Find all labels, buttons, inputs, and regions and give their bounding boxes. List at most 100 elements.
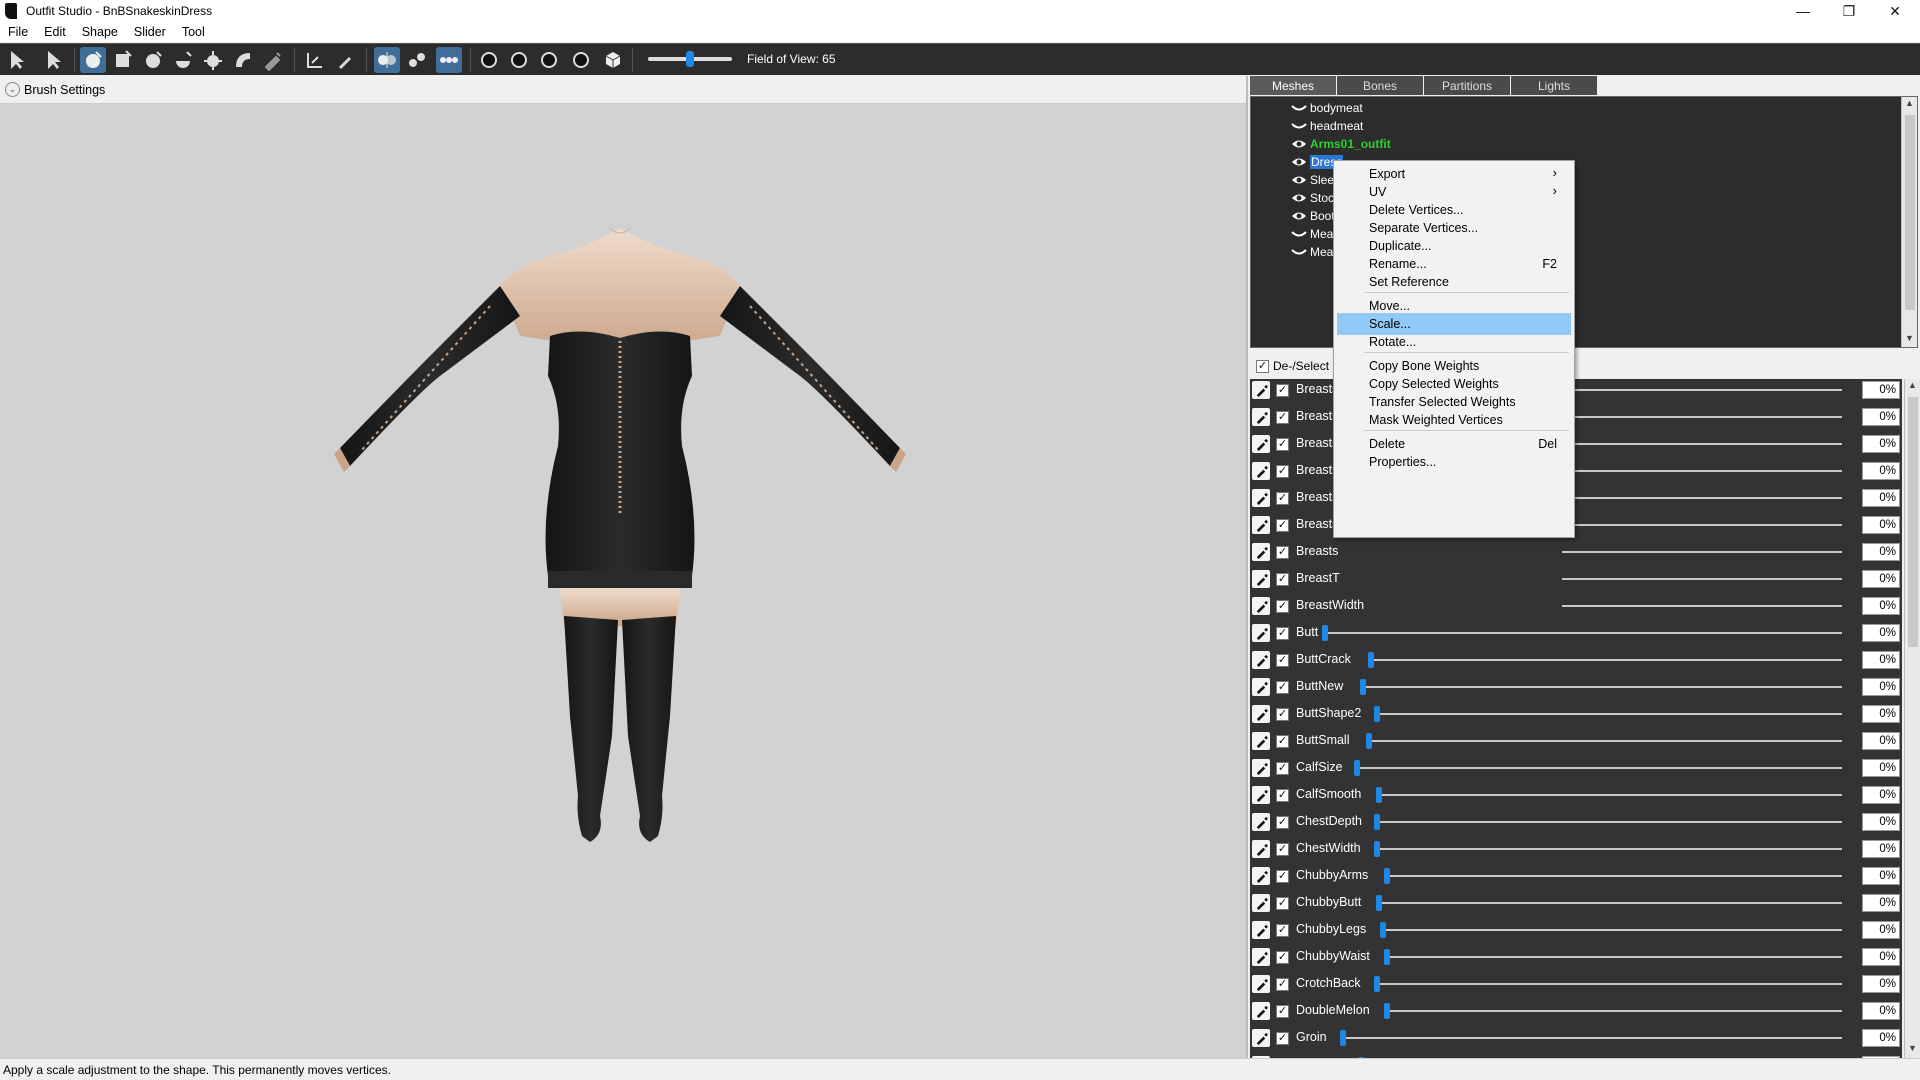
slider-track[interactable]: [1562, 443, 1842, 445]
slider-thumb[interactable]: [1384, 949, 1390, 965]
slider-thumb[interactable]: [1374, 841, 1380, 857]
slider-value[interactable]: 0%: [1862, 840, 1900, 858]
slider-checkbox[interactable]: ✓: [1276, 708, 1289, 721]
vertex-edit-icon[interactable]: [302, 47, 328, 73]
close-icon[interactable]: ✕: [1872, 0, 1918, 22]
eye-open-icon[interactable]: [1291, 210, 1307, 222]
slider-checkbox[interactable]: ✓: [1276, 978, 1289, 991]
tab-bones[interactable]: Bones: [1337, 76, 1423, 95]
menu-shape[interactable]: Shape: [74, 25, 126, 39]
eye-closed-icon[interactable]: [1291, 228, 1307, 240]
slider-checkbox[interactable]: ✓: [1276, 681, 1289, 694]
slider-value[interactable]: 0%: [1862, 705, 1900, 723]
slider-list-scrollbar[interactable]: ▲ ▼: [1904, 379, 1920, 1058]
slider-track[interactable]: [1374, 983, 1842, 985]
mesh-item[interactable]: Stoc: [1291, 189, 1334, 207]
slider-checkbox[interactable]: ✓: [1276, 411, 1289, 424]
slider-track[interactable]: [1562, 416, 1842, 418]
slider-track[interactable]: [1376, 794, 1842, 796]
slider-checkbox[interactable]: ✓: [1276, 816, 1289, 829]
edit-slider-icon[interactable]: [1252, 948, 1270, 966]
edit-slider-icon[interactable]: [1252, 570, 1270, 588]
slider-value[interactable]: 0%: [1862, 408, 1900, 426]
connected-only-icon[interactable]: [404, 47, 430, 73]
edit-slider-icon[interactable]: [1252, 813, 1270, 831]
slider-track[interactable]: [1384, 956, 1842, 958]
viewport-3d[interactable]: ⌄ Brush Settings: [0, 76, 1246, 1058]
minimize-icon[interactable]: —: [1780, 0, 1826, 22]
slider-thumb[interactable]: [1384, 868, 1390, 884]
global-brush-icon[interactable]: [436, 47, 462, 73]
outfit-model[interactable]: [320, 216, 920, 976]
slider-value[interactable]: 0%: [1862, 624, 1900, 642]
slider-checkbox[interactable]: ✓: [1276, 600, 1289, 613]
field-of-view-slider[interactable]: [648, 51, 732, 67]
slider-value[interactable]: 0%: [1862, 948, 1900, 966]
mask-brush-icon[interactable]: [110, 47, 136, 73]
slider-track[interactable]: [1562, 551, 1842, 553]
slider-track[interactable]: [1380, 929, 1842, 931]
mesh-item[interactable]: headmeat: [1291, 117, 1363, 135]
slider-checkbox[interactable]: ✓: [1276, 924, 1289, 937]
slider-value[interactable]: 0%: [1862, 732, 1900, 750]
slider-checkbox[interactable]: ✓: [1276, 654, 1289, 667]
mesh-item[interactable]: Mea: [1291, 225, 1333, 243]
select-tool-icon[interactable]: [4, 47, 30, 73]
slider-value[interactable]: 0%: [1862, 813, 1900, 831]
pen-tool-icon[interactable]: [332, 47, 358, 73]
menu-file[interactable]: File: [0, 25, 36, 39]
slider-thumb[interactable]: [1376, 787, 1382, 803]
edit-slider-icon[interactable]: [1252, 624, 1270, 642]
restore-icon[interactable]: ❐: [1826, 0, 1872, 22]
slider-track[interactable]: [1384, 875, 1842, 877]
edit-slider-icon[interactable]: [1252, 921, 1270, 939]
eye-open-icon[interactable]: [1291, 138, 1307, 150]
show-weights-icon[interactable]: [506, 47, 532, 73]
show-wireframe-icon[interactable]: [536, 47, 562, 73]
context-menu-item[interactable]: Properties...: [1337, 451, 1571, 473]
slider-checkbox[interactable]: ✓: [1276, 465, 1289, 478]
slider-thumb[interactable]: [1374, 976, 1380, 992]
slider-thumb[interactable]: [1374, 814, 1380, 830]
slider-track[interactable]: [1368, 659, 1842, 661]
slider-value[interactable]: 0%: [1862, 867, 1900, 885]
slider-checkbox[interactable]: ✓: [1276, 519, 1289, 532]
edit-slider-icon[interactable]: [1252, 1029, 1270, 1047]
inflate-brush-icon[interactable]: [140, 47, 166, 73]
mesh-item[interactable]: bodymeat: [1291, 99, 1363, 117]
edit-slider-icon[interactable]: [1252, 381, 1270, 399]
scroll-up-icon[interactable]: ▲: [1908, 380, 1917, 390]
scroll-down-icon[interactable]: ▼: [1908, 1043, 1917, 1053]
mesh-item[interactable]: Arms01_outfit: [1291, 135, 1391, 153]
slider-thumb[interactable]: [1322, 625, 1328, 641]
slider-track[interactable]: [1360, 686, 1842, 688]
edit-slider-icon[interactable]: [1252, 1002, 1270, 1020]
slider-track[interactable]: [1340, 1037, 1842, 1039]
slider-value[interactable]: 0%: [1862, 678, 1900, 696]
slider-checkbox[interactable]: ✓: [1276, 1005, 1289, 1018]
slider-checkbox[interactable]: ✓: [1276, 789, 1289, 802]
edit-slider-icon[interactable]: [1252, 678, 1270, 696]
slider-thumb[interactable]: [1354, 760, 1360, 776]
eye-closed-icon[interactable]: [1291, 120, 1307, 132]
scroll-thumb[interactable]: [1905, 115, 1915, 310]
deflate-brush-icon[interactable]: [170, 47, 196, 73]
slider-value[interactable]: 0%: [1862, 381, 1900, 399]
slider-checkbox[interactable]: ✓: [1276, 870, 1289, 883]
slider-track[interactable]: [1562, 389, 1842, 391]
slider-value[interactable]: 0%: [1862, 894, 1900, 912]
slider-thumb[interactable]: [1376, 895, 1382, 911]
slider-value[interactable]: 0%: [1862, 543, 1900, 561]
field-of-view-thumb[interactable]: [686, 51, 694, 67]
menu-edit[interactable]: Edit: [36, 25, 74, 39]
tab-partitions[interactable]: Partitions: [1424, 76, 1510, 95]
scroll-up-icon[interactable]: ▲: [1905, 98, 1914, 108]
tab-meshes[interactable]: Meshes: [1250, 76, 1336, 95]
slider-track[interactable]: [1374, 713, 1842, 715]
edit-slider-icon[interactable]: [1252, 786, 1270, 804]
show-textures-icon[interactable]: [600, 47, 626, 73]
slider-checkbox[interactable]: ✓: [1276, 735, 1289, 748]
show-mask-icon[interactable]: [476, 47, 502, 73]
tab-lights[interactable]: Lights: [1511, 76, 1597, 95]
slider-track[interactable]: [1562, 605, 1842, 607]
